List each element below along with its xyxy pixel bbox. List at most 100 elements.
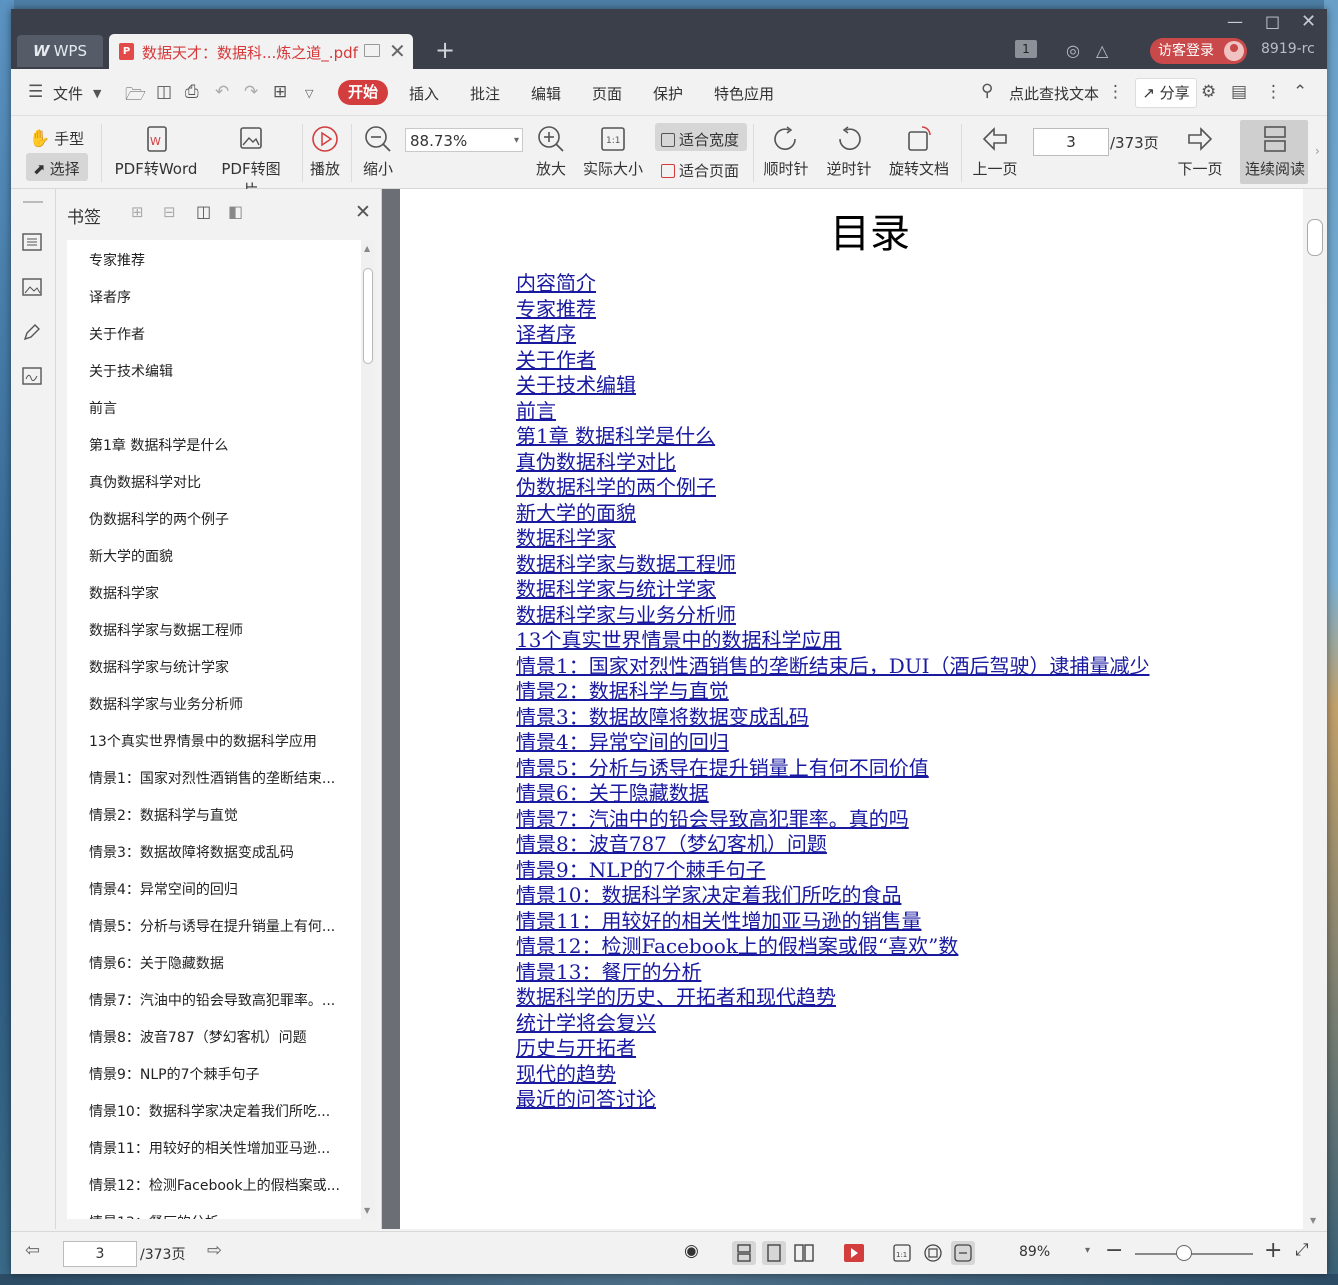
actual-size-button[interactable]: 1:1 实际大小: [582, 124, 644, 179]
pdf-to-word-button[interactable]: W PDF转Word: [113, 124, 199, 179]
toc-link[interactable]: 情景4：异常空间的回归: [516, 730, 1196, 756]
menu-protect[interactable]: 保护: [653, 83, 683, 104]
toc-link[interactable]: 数据科学家: [516, 526, 1196, 552]
zoom-slider-track[interactable]: [1135, 1253, 1253, 1255]
document-scrollbar[interactable]: ▼: [1303, 189, 1327, 1229]
expand-all-icon[interactable]: ⊞: [131, 203, 144, 221]
hand-tool-button[interactable]: ✋ 手型: [29, 128, 84, 149]
toc-link[interactable]: 现代的趋势: [516, 1062, 1196, 1088]
arrow-left-icon[interactable]: ⇦: [25, 1240, 40, 1261]
more-dropdown-icon[interactable]: ▽: [305, 87, 313, 100]
chevron-down-icon[interactable]: ▼: [93, 87, 101, 100]
collapse-ribbon-icon[interactable]: ⌃: [1293, 82, 1307, 102]
bookmark-item[interactable]: 关于技术编辑: [89, 361, 357, 381]
undo-icon[interactable]: ↶: [215, 82, 229, 102]
menu-special[interactable]: 特色应用: [714, 83, 774, 104]
skin-icon[interactable]: ◎: [1066, 41, 1080, 60]
actual-size-status-button[interactable]: 1:1: [890, 1241, 914, 1265]
bookmark-item[interactable]: 关于作者: [89, 324, 357, 344]
prev-page-button[interactable]: 上一页: [971, 124, 1019, 179]
toc-link[interactable]: 专家推荐: [516, 297, 1196, 323]
toc-link[interactable]: 情景6：关于隐藏数据: [516, 781, 1196, 807]
bookmark-scrollbar[interactable]: ▲ ▼: [361, 240, 375, 1219]
rotate-document-button[interactable]: 旋转文档: [888, 124, 950, 179]
monitor-icon[interactable]: [364, 44, 380, 57]
hamburger-menu-icon[interactable]: ☰: [28, 82, 43, 102]
bookmark-item[interactable]: 情景13：餐厅的分析: [89, 1212, 357, 1219]
toc-link[interactable]: 情景11：用较好的相关性增加亚马逊的销售量: [516, 909, 1196, 935]
bookmark-item[interactable]: 前言: [89, 398, 357, 418]
settings-gear-icon[interactable]: ⚙: [1201, 82, 1216, 102]
play-button[interactable]: 播放: [308, 124, 342, 179]
open-folder-icon[interactable]: 🗁: [125, 82, 146, 111]
add-bookmark-icon[interactable]: ◫: [196, 202, 211, 221]
continuous-read-button[interactable]: 连续阅读: [1244, 124, 1306, 179]
toc-link[interactable]: 新大学的面貌: [516, 501, 1196, 527]
toc-link[interactable]: 情景5：分析与诱导在提升销量上有何不同价值: [516, 756, 1196, 782]
fit-width-button[interactable]: 适合宽度: [661, 129, 739, 150]
toc-link[interactable]: 13个真实世界情景中的数据科学应用: [516, 628, 1196, 654]
share-button[interactable]: ↗ 分享: [1135, 78, 1197, 108]
toc-link[interactable]: 情景2：数据科学与直觉: [516, 679, 1196, 705]
next-page-button[interactable]: 下一页: [1176, 124, 1224, 179]
guest-login-button[interactable]: 访客登录: [1150, 38, 1247, 64]
fullscreen-icon[interactable]: ⤢: [1295, 1240, 1309, 1260]
select-tool-button[interactable]: ⬈ 选择: [33, 158, 80, 179]
menu-page[interactable]: 页面: [592, 83, 622, 104]
toc-link[interactable]: 真伪数据科学对比: [516, 450, 1196, 476]
bookmark-item[interactable]: 13个真实世界情景中的数据科学应用: [89, 731, 357, 751]
toc-link[interactable]: 情景10：数据科学家决定着我们所吃的食品: [516, 883, 1196, 909]
bookmark-item[interactable]: 数据科学家与数据工程师: [89, 620, 357, 640]
zoom-out-button[interactable]: 缩小: [361, 124, 395, 179]
search-icon[interactable]: ⚲: [981, 81, 993, 101]
bookmark-item[interactable]: 伪数据科学的两个例子: [89, 509, 357, 529]
bookmark-item[interactable]: 数据科学家与业务分析师: [89, 694, 357, 714]
play-slideshow-button[interactable]: [842, 1241, 866, 1265]
print-icon[interactable]: ⎙: [185, 82, 199, 102]
bookmark-item[interactable]: 数据科学家与统计学家: [89, 657, 357, 677]
toc-link[interactable]: 情景3：数据故障将数据变成乱码: [516, 705, 1196, 731]
toc-link[interactable]: 数据科学家与统计学家: [516, 577, 1196, 603]
toc-link[interactable]: 数据科学的历史、开拓者和现代趋势: [516, 985, 1196, 1011]
tab-wps-home[interactable]: W WPS: [17, 35, 103, 67]
close-tab-icon[interactable]: ✕: [389, 39, 406, 63]
bookmark-item[interactable]: 第1章 数据科学是什么: [89, 435, 357, 455]
bookmark-item[interactable]: 数据科学家: [89, 583, 357, 603]
toc-link[interactable]: 情景13：餐厅的分析: [516, 960, 1196, 986]
toc-link[interactable]: 第1章 数据科学是什么: [516, 424, 1196, 450]
bookmark-item[interactable]: 情景4：异常空间的回归: [89, 879, 357, 899]
close-icon[interactable]: ✕: [355, 201, 371, 223]
toc-link[interactable]: 情景1：国家对烈性酒销售的垄断结束后，DUI（酒后驾驶）逮捕量减少: [516, 654, 1196, 680]
view-double-button[interactable]: [792, 1241, 816, 1265]
collapse-all-icon[interactable]: ⊟: [163, 203, 176, 221]
toc-link[interactable]: 情景9：NLP的7个棘手句子: [516, 858, 1196, 884]
menu-start[interactable]: 开始: [338, 80, 388, 105]
zoom-select[interactable]: 88.73% ▾: [405, 128, 523, 152]
rotate-clockwise-button[interactable]: 顺时针: [762, 124, 810, 179]
bookmark-item[interactable]: 情景8：波音787（梦幻客机）问题: [89, 1027, 357, 1047]
toc-link[interactable]: 关于作者: [516, 348, 1196, 374]
bookmark-item[interactable]: 情景7：汽油中的铅会导致高犯罪率。...: [89, 990, 357, 1010]
zoom-out-minus-icon[interactable]: −: [1105, 1238, 1123, 1263]
scroll-down-icon[interactable]: ▼: [364, 1206, 370, 1215]
kebab-menu-icon[interactable]: ⋮: [1265, 82, 1282, 102]
rotate-counterclockwise-button[interactable]: 逆时针: [825, 124, 873, 179]
bookmark-scroll-thumb[interactable]: [363, 268, 373, 364]
export-icon[interactable]: ⊞: [273, 82, 287, 102]
arrow-right-icon[interactable]: ⇨: [207, 1240, 222, 1261]
page-number-input[interactable]: 3: [1033, 128, 1109, 156]
fit-page-button[interactable]: 适合页面: [661, 160, 739, 181]
scroll-up-icon[interactable]: ▲: [364, 244, 370, 253]
bookmark-list-icon[interactable]: [22, 233, 42, 251]
zoom-in-plus-icon[interactable]: +: [1264, 1238, 1282, 1263]
chevron-right-icon[interactable]: ›: [1315, 144, 1320, 158]
bookmark-item[interactable]: 情景5：分析与诱导在提升销量上有何...: [89, 916, 357, 936]
toc-link[interactable]: 数据科学家与业务分析师: [516, 603, 1196, 629]
toc-link[interactable]: 情景12：检测Facebook上的假档案或假“喜欢”数: [516, 934, 1196, 960]
bookmark-item[interactable]: 情景3：数据故障将数据变成乱码: [89, 842, 357, 862]
toc-link[interactable]: 情景7：汽油中的铅会导致高犯罪率。真的吗: [516, 807, 1196, 833]
toc-link[interactable]: 历史与开拓者: [516, 1036, 1196, 1062]
close-window-icon[interactable]: ✕: [1301, 12, 1316, 32]
bookmark-item[interactable]: 情景10：数据科学家决定着我们所吃...: [89, 1101, 357, 1121]
minimize-icon[interactable]: —: [1227, 12, 1243, 32]
